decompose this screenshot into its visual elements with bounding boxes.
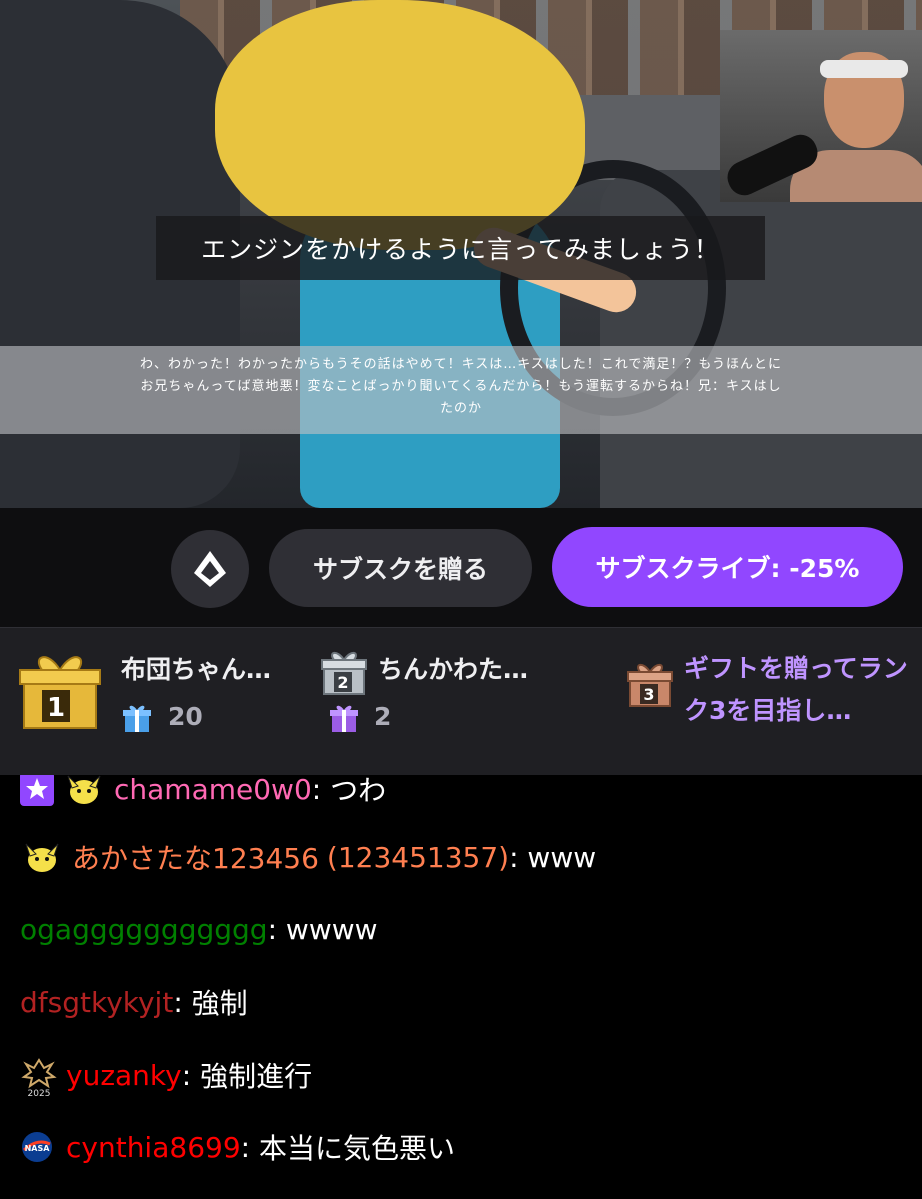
video-player[interactable]: エンジンをかけるように言ってみましょう！ わ、わかった！わかったからもうその話は…	[0, 0, 922, 508]
chat-text: つわ	[330, 775, 387, 807]
video-character-hair	[215, 0, 585, 250]
gift-sub-button[interactable]: サブスクを贈る	[269, 529, 532, 607]
chat-message: chamame0w0: つわ	[20, 775, 386, 809]
svg-text:2025: 2025	[28, 1089, 51, 1098]
prime-star-icon	[20, 775, 54, 806]
subtitle-line: たのか	[439, 401, 482, 416]
chat-username[interactable]: dfsgtkykyjt	[20, 986, 173, 1019]
leaderboard-name: ちんかわた…	[378, 655, 529, 684]
chat-username[interactable]: cynthia8699	[66, 1131, 241, 1164]
chat-username[interactable]: あかさたな123456	[72, 837, 319, 877]
gold-gift-rank-1-icon: 1	[19, 656, 101, 729]
svg-text:3: 3	[643, 685, 654, 704]
gift-leaderboard: 1 布団ちゃん… 20 2 ちんかわた… 2 3 ギフトを贈ってランク3を目指し…	[0, 627, 922, 776]
chat-text: www	[527, 840, 597, 874]
chat-message: dfsgtkykyjt: 強制	[20, 982, 248, 1022]
chat-username[interactable]: chamame0w0	[114, 775, 312, 806]
leaderboard-rank-2[interactable]: 2 ちんかわた… 2	[310, 628, 610, 776]
chat-separator: :	[311, 775, 331, 806]
webcam-overlay	[720, 30, 922, 202]
subscribe-button[interactable]: サブスクライブ: -25%	[552, 527, 903, 607]
chat-text: 強制	[191, 987, 248, 1020]
leaderboard-count: 2	[374, 702, 392, 731]
chat-username[interactable]: yuzanky	[66, 1059, 182, 1092]
svg-text:NASA: NASA	[25, 1144, 51, 1153]
prime-crown-icon	[194, 551, 226, 587]
chat-text: 強制進行	[200, 1060, 313, 1093]
prime-button[interactable]	[171, 530, 249, 608]
chat-username[interactable]: ogaggggggggggg	[20, 913, 268, 946]
chat-separator: :	[267, 913, 286, 946]
chat-separator: :	[240, 1130, 259, 1164]
chat-message: ogaggggggggggg: wwww	[20, 913, 378, 946]
subtitle-line: お兄ちゃんってば意地悪！変なことばっかり聞いてくるんだから！もう運転するからね！…	[140, 379, 782, 394]
pichu-icon	[62, 775, 106, 806]
subtitle-line: わ、わかった！わかったからもうその話はやめて！キスは…キスはした！これで満足！？…	[139, 357, 783, 372]
leaderboard-count: 20	[168, 702, 203, 731]
game-instruction: エンジンをかけるように言ってみましょう！	[156, 216, 765, 280]
svg-text:2: 2	[337, 673, 348, 692]
chat-text: wwww	[285, 913, 378, 946]
silver-gift-rank-2-icon: 2	[321, 651, 367, 695]
chat-message: 2025 yuzanky: 強制進行	[20, 1055, 313, 1099]
chat-message: NASA cynthia8699: 本当に気色悪い	[20, 1127, 455, 1167]
gift-icon	[330, 705, 358, 732]
pichu-icon	[20, 840, 64, 874]
chat-log: chamame0w0: つわ あかさたな123456 (123451357): w…	[0, 775, 922, 1199]
leaderboard-rank-3-cta[interactable]: ギフトを贈ってランク3を目指し…	[684, 648, 920, 732]
2025-badge-icon: 2025	[20, 1058, 58, 1099]
gift-icon	[123, 705, 151, 732]
chat-separator: :	[509, 840, 528, 874]
leaderboard-rank-1[interactable]: 1 布団ちゃん… 20	[0, 628, 310, 776]
bronze-gift-rank-3-icon: 3	[627, 663, 673, 707]
chat-message: あかさたな123456 (123451357): www	[20, 837, 596, 877]
nasa-icon: NASA	[20, 1130, 58, 1164]
chat-separator: :	[181, 1058, 201, 1092]
chat-text: 本当に気色悪い	[258, 1132, 455, 1165]
chat-username-extra: (123451357)	[326, 840, 510, 874]
leaderboard-name: 布団ちゃん…	[121, 655, 272, 684]
chat-separator: :	[173, 985, 192, 1019]
svg-text:1: 1	[47, 693, 65, 723]
game-subtitle: わ、わかった！わかったからもうその話はやめて！キスは…キスはした！これで満足！？…	[0, 346, 922, 434]
